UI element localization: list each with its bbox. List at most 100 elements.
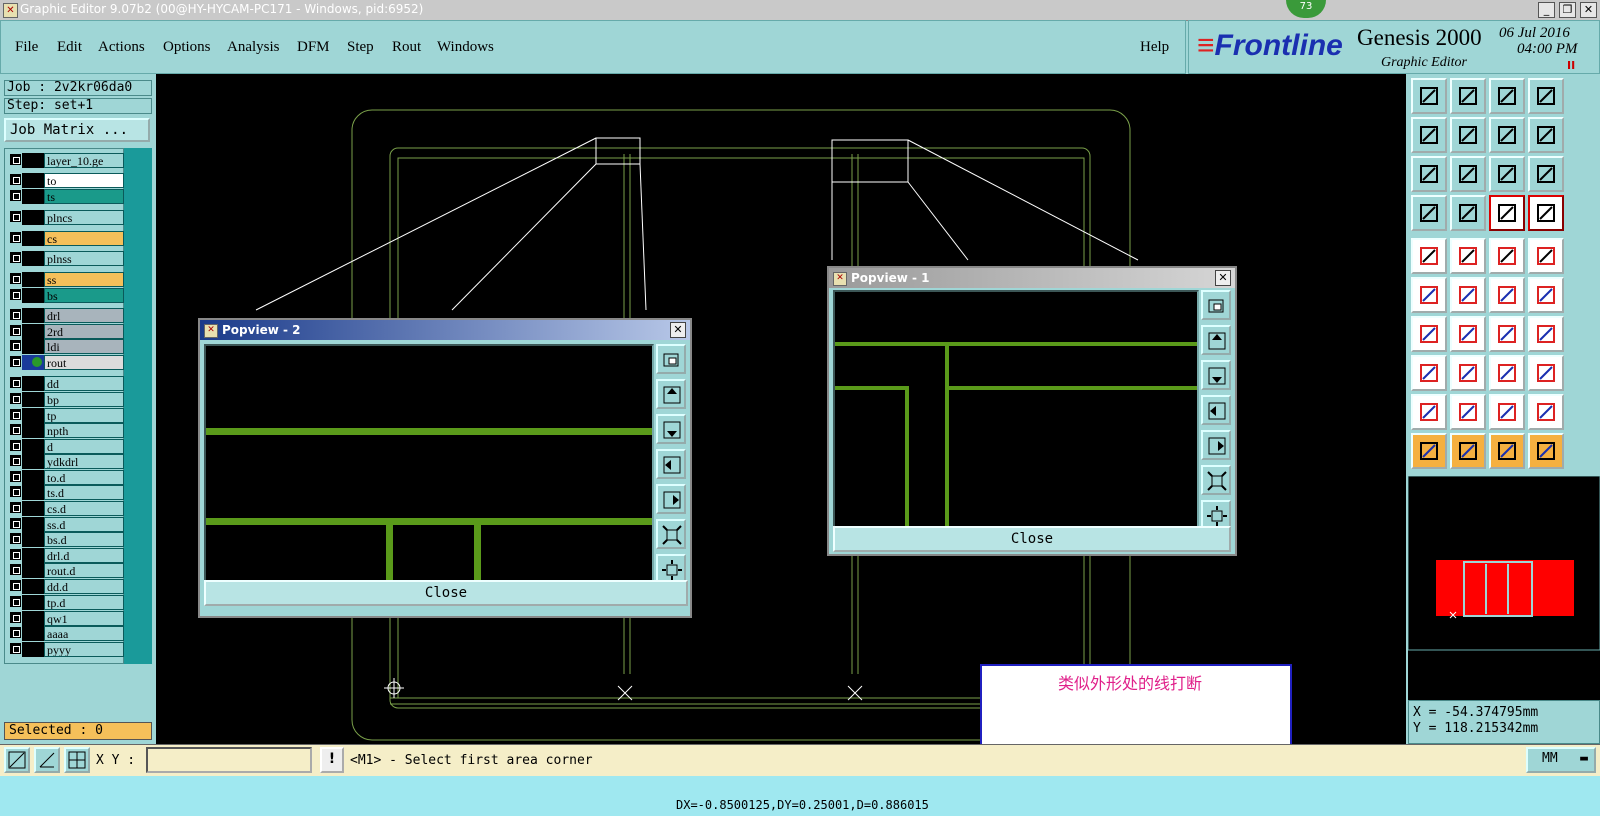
toolbar-button-select4[interactable] [1528, 433, 1564, 469]
layer-row[interactable]: rout.d [8, 563, 124, 578]
toolbar-button-ff[interactable] [1528, 316, 1564, 352]
toolbar-button-layer-up[interactable] [1411, 78, 1447, 114]
toolbar-button-width[interactable] [1489, 355, 1525, 391]
layer-row[interactable]: to.d [8, 470, 124, 485]
layer-row[interactable]: to [8, 173, 124, 188]
layer-checkbox[interactable] [10, 627, 21, 638]
layer-checkbox[interactable] [10, 340, 21, 351]
toolbar-button-connect2[interactable] [1528, 277, 1564, 313]
menu-analysis[interactable]: Analysis [227, 39, 280, 56]
popview-2-titlebar[interactable]: Popview - 2 [200, 320, 690, 340]
pan-up-button[interactable] [656, 379, 686, 409]
popview-1-titlebar[interactable]: Popview - 1 [829, 268, 1235, 288]
toolbar-button-panels[interactable] [1528, 78, 1564, 114]
layer-row[interactable]: drl.d [8, 548, 124, 563]
maximize-button[interactable]: ❐ [1559, 2, 1576, 18]
layer-checkbox[interactable] [10, 232, 21, 243]
layer-checkbox[interactable] [10, 377, 21, 388]
layer-checkbox[interactable] [10, 289, 21, 300]
toolbar-button-tri4[interactable] [1528, 394, 1564, 430]
job-matrix-button[interactable]: Job Matrix ... [4, 118, 150, 142]
layer-row[interactable]: cs [8, 231, 124, 246]
layer-row[interactable]: bs [8, 288, 124, 303]
layer-row[interactable]: layer_10.ge [8, 153, 124, 168]
layer-checkbox[interactable] [10, 580, 21, 591]
grid-snap-button[interactable] [64, 747, 90, 773]
toolbar-button-flip[interactable] [1528, 117, 1564, 153]
layer-row[interactable]: drl [8, 308, 124, 323]
layer-checkbox[interactable] [10, 533, 21, 544]
layer-name[interactable]: ydkdrl [44, 454, 124, 469]
layer-row[interactable]: pyyy [8, 642, 124, 657]
toolbar-button-line[interactable] [1450, 355, 1486, 391]
toolbar-button-circle[interactable] [1528, 238, 1564, 274]
toolbar-button-node[interactable] [1411, 277, 1447, 313]
toolbar-button-zoom-window[interactable] [1411, 156, 1447, 192]
layer-row[interactable]: plncs [8, 210, 124, 225]
layer-row[interactable]: cs.d [8, 501, 124, 516]
popview-1-close-icon[interactable]: ✕ [1215, 270, 1231, 286]
layer-checkbox[interactable] [10, 455, 21, 466]
zoom-fit-button[interactable] [1201, 290, 1231, 320]
layer-row[interactable]: tp [8, 408, 124, 423]
menu-rout[interactable]: Rout [392, 39, 421, 56]
layer-name[interactable]: ts.d [44, 485, 124, 500]
zoom-fit-button[interactable] [656, 344, 686, 374]
layer-row[interactable]: 2rd [8, 324, 124, 339]
layer-checkbox[interactable] [10, 424, 21, 435]
toolbar-button-tri1[interactable] [1411, 394, 1447, 430]
toolbar-button-angle[interactable] [1411, 316, 1447, 352]
toolbar-button-blocks[interactable] [1528, 355, 1564, 391]
popview-2-close-button[interactable]: Close [204, 580, 688, 606]
window-titlebar[interactable]: ✕ Graphic Editor 9.07b2 (00@HY-HYCAM-PC1… [0, 0, 1600, 21]
pan-down-button[interactable] [656, 414, 686, 444]
pause-indicator[interactable]: II [1567, 59, 1575, 72]
layer-row[interactable]: ldi [8, 339, 124, 354]
toolbar-button-undo[interactable] [1489, 316, 1525, 352]
toolbar-button-tri3[interactable] [1489, 394, 1525, 430]
toolbar-button-tri2[interactable] [1450, 394, 1486, 430]
toolbar-button-ruler[interactable] [1489, 238, 1525, 274]
layer-name[interactable]: cs.d [44, 501, 124, 516]
layer-name[interactable]: layer_10.ge [44, 153, 124, 168]
toolbar-button-ratio[interactable] [1489, 156, 1525, 192]
toolbar-button-slash[interactable] [1450, 316, 1486, 352]
layer-name[interactable]: ss.d [44, 517, 124, 532]
menu-dfm[interactable]: DFM [297, 39, 330, 56]
toolbar-button-move-left[interactable] [1411, 117, 1447, 153]
layer-name[interactable]: drl.d [44, 548, 124, 563]
popview-1-view[interactable] [833, 290, 1199, 530]
layer-name[interactable]: tp [44, 408, 124, 423]
layer-name[interactable]: bs [44, 288, 124, 303]
layer-row[interactable]: ts [8, 189, 124, 204]
pan-right-button[interactable] [1201, 430, 1231, 460]
layer-row[interactable]: rout [8, 355, 124, 370]
pan-right-button[interactable] [656, 484, 686, 514]
layer-name[interactable]: rout [44, 355, 124, 370]
layer-checkbox[interactable] [10, 393, 21, 404]
layer-checkbox[interactable] [10, 549, 21, 560]
menu-edit[interactable]: Edit [57, 39, 82, 56]
layer-checkbox[interactable] [10, 502, 21, 513]
layer-checkbox[interactable] [10, 518, 21, 529]
layer-checkbox[interactable] [10, 643, 21, 654]
layer-checkbox[interactable] [10, 325, 21, 336]
toolbar-button-snap[interactable] [1411, 355, 1447, 391]
popview-2-window[interactable]: Popview - 2 ✕ ✕ Close [198, 318, 692, 618]
layer-checkbox[interactable] [10, 564, 21, 575]
layer-row[interactable]: plnss [8, 251, 124, 266]
toolbar-button-red-net2[interactable] [1528, 195, 1564, 231]
popview-2-view[interactable] [204, 344, 654, 588]
layer-name[interactable]: ss [44, 272, 124, 287]
layer-name[interactable]: dd [44, 376, 124, 391]
overview-panel[interactable] [1407, 475, 1600, 700]
toolbar-button-zoom-fit[interactable] [1450, 156, 1486, 192]
toolbar-button-select2[interactable] [1450, 433, 1486, 469]
toolbar-button-home[interactable] [1489, 78, 1525, 114]
layer-name[interactable]: dd.d [44, 579, 124, 594]
popview-1-window[interactable]: Popview - 1 ✕ ✕ Close [827, 266, 1237, 556]
layer-name[interactable]: d [44, 439, 124, 454]
popview-1-close-button[interactable]: Close [833, 526, 1231, 552]
menu-help[interactable]: Help [1140, 39, 1169, 56]
toolbar-button-tools[interactable] [1411, 195, 1447, 231]
